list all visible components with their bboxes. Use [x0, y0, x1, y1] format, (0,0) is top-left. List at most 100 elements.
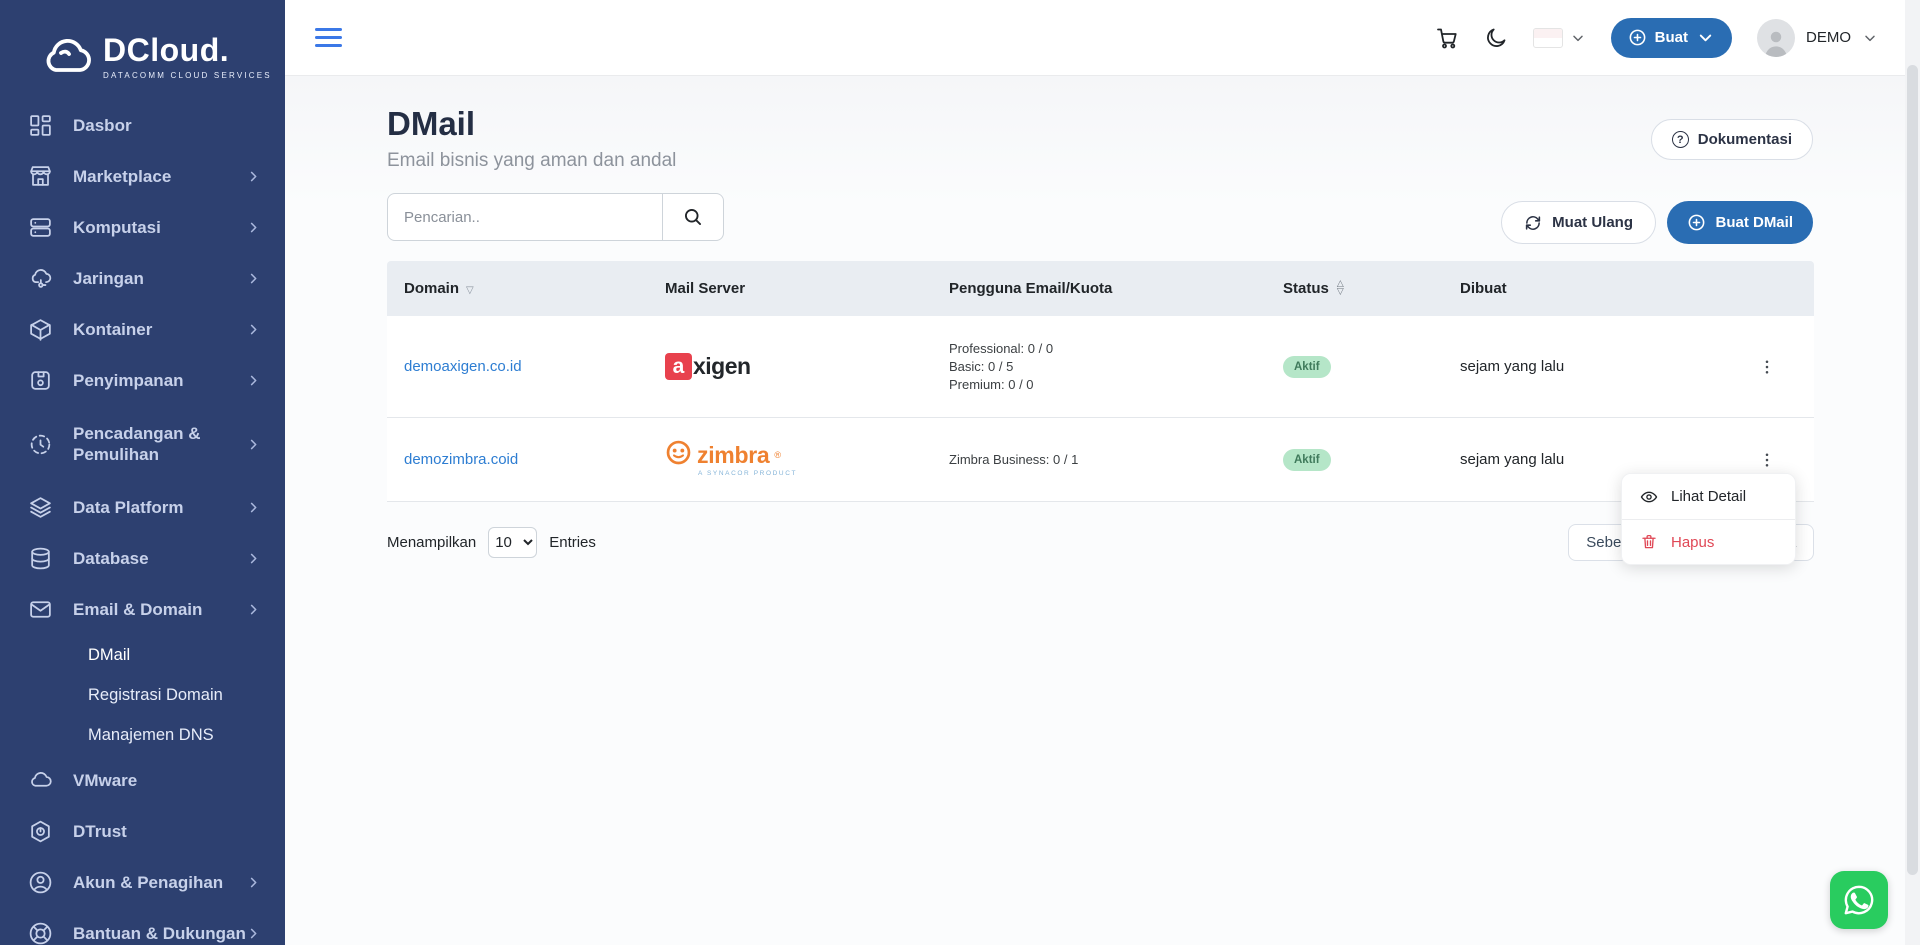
- menu-item-hapus[interactable]: Hapus: [1622, 519, 1795, 564]
- column-header-domain[interactable]: Domain▽: [387, 280, 665, 297]
- sidebar-item-label: DTrust: [73, 821, 127, 842]
- sidebar-item-label: Akun & Penagihan: [73, 872, 223, 893]
- zimbra-logo-mark: [665, 439, 692, 471]
- chevron-down-icon: [1570, 30, 1586, 46]
- dcloud-logo[interactable]: DCloud. DATACOMM CLOUD SERVICES: [0, 0, 285, 96]
- chevron-right-icon: [246, 437, 261, 452]
- user-menu[interactable]: DEMO: [1757, 19, 1878, 57]
- history-clock-icon: [28, 432, 53, 457]
- database-icon: [28, 546, 53, 571]
- chevron-right-icon: [246, 500, 261, 515]
- entries-control: Menampilkan 10 Entries: [387, 524, 596, 561]
- buat-button[interactable]: Buat: [1611, 18, 1732, 58]
- column-header-status[interactable]: Status△▽: [1283, 280, 1460, 297]
- refresh-icon: [1524, 214, 1542, 232]
- create-dmail-button-label: Buat DMail: [1715, 214, 1793, 231]
- sidebar-item-label: Data Platform: [73, 497, 184, 518]
- zimbra-tagline: A SYNACOR PRODUCT: [698, 470, 797, 477]
- subitem-label: DMail: [88, 646, 130, 665]
- create-dmail-button[interactable]: Buat DMail: [1667, 201, 1813, 244]
- sidebar-subitem-registrasi-domain[interactable]: Registrasi Domain: [0, 675, 285, 715]
- plus-circle-icon: [1687, 213, 1706, 232]
- sidebar-item-label: Jaringan: [73, 268, 144, 289]
- documentation-button[interactable]: ? Dokumentasi: [1651, 119, 1813, 160]
- row-actions-kebab-button[interactable]: [1750, 350, 1784, 384]
- row-actions-kebab-button[interactable]: [1750, 443, 1784, 477]
- logo-title: DCloud.: [103, 34, 272, 66]
- sidebar-item-label: Email & Domain: [73, 599, 202, 620]
- dashboard-icon: [28, 113, 53, 138]
- table-row: demozimbra.coid zimbra® A SYNACOR PRODUC…: [387, 418, 1814, 502]
- language-selector[interactable]: [1533, 28, 1586, 48]
- username-label: DEMO: [1806, 29, 1851, 46]
- sidebar-item-email-domain[interactable]: Email & Domain: [0, 584, 285, 635]
- whatsapp-icon: [1841, 882, 1877, 918]
- reload-button[interactable]: Muat Ulang: [1501, 201, 1656, 244]
- chevron-right-icon: [246, 875, 261, 890]
- sidebar-item-bantuan-dukungan[interactable]: Bantuan & Dukungan: [0, 908, 285, 945]
- sidebar-nav: Dasbor Marketplace Komputasi Jaringan Ko…: [0, 96, 285, 945]
- sidebar-subitem-manajemen-dns[interactable]: Manajemen DNS: [0, 715, 285, 755]
- plus-circle-icon: [1628, 28, 1647, 47]
- logo-tagline: DATACOMM CLOUD SERVICES: [103, 71, 272, 80]
- sidebar-item-kontainer[interactable]: Kontainer: [0, 304, 285, 355]
- sidebar-item-data-platform[interactable]: Data Platform: [0, 482, 285, 533]
- domain-link[interactable]: demozimbra.coid: [387, 451, 665, 468]
- showing-label: Menampilkan: [387, 534, 476, 551]
- dark-mode-moon-icon[interactable]: [1484, 26, 1508, 50]
- cart-icon[interactable]: [1435, 26, 1459, 50]
- subitem-label: Registrasi Domain: [88, 686, 223, 705]
- sidebar-item-dtrust[interactable]: DTrust: [0, 806, 285, 857]
- sidebar-item-label: Database: [73, 548, 149, 569]
- sidebar-item-pencadangan-pemulihan[interactable]: Pencadangan & Pemulihan: [0, 406, 285, 482]
- cloud-icon: [28, 768, 53, 793]
- row-actions-dropdown: Lihat Detail Hapus: [1621, 473, 1796, 565]
- page-title: DMail: [387, 105, 676, 143]
- life-buoy-icon: [28, 921, 53, 945]
- chevron-right-icon: [246, 271, 261, 286]
- sidebar-subitem-dmail[interactable]: DMail: [0, 635, 285, 675]
- scrollbar-thumb[interactable]: [1907, 65, 1918, 875]
- hexagon-shield-icon: [28, 819, 53, 844]
- whatsapp-button[interactable]: [1830, 871, 1888, 929]
- sidebar-item-vmware[interactable]: VMware: [0, 755, 285, 806]
- quota-cell: Professional: 0 / 0 Basic: 0 / 5 Premium…: [949, 340, 1283, 394]
- dcloud-app: DCloud. DATACOMM CLOUD SERVICES Dasbor M…: [0, 0, 1920, 945]
- sidebar-item-dasbor[interactable]: Dasbor: [0, 100, 285, 151]
- sidebar-item-jaringan[interactable]: Jaringan: [0, 253, 285, 304]
- sidebar-toggle-button[interactable]: [315, 28, 342, 47]
- layers-icon: [28, 495, 53, 520]
- quota-cell: Zimbra Business: 0 / 1: [949, 451, 1283, 469]
- sidebar-item-penyimpanan[interactable]: Penyimpanan: [0, 355, 285, 406]
- menu-item-lihat-detail[interactable]: Lihat Detail: [1622, 474, 1795, 519]
- chevron-down-icon: [1696, 28, 1715, 47]
- dmail-table: Domain▽ Mail Server Pengguna Email/Kuota…: [387, 261, 1814, 502]
- column-header-mail-server: Mail Server: [665, 280, 949, 297]
- page-subtitle: Email bisnis yang aman dan andal: [387, 150, 676, 172]
- sidebar-item-database[interactable]: Database: [0, 533, 285, 584]
- documentation-button-label: Dokumentasi: [1698, 131, 1792, 148]
- server-icon: [28, 215, 53, 240]
- search-button[interactable]: [663, 193, 724, 241]
- reload-button-label: Muat Ulang: [1552, 214, 1633, 231]
- sidebar-item-label: Dasbor: [73, 115, 132, 136]
- page-size-select[interactable]: 10: [488, 527, 537, 558]
- search-input[interactable]: [387, 193, 663, 241]
- sidebar-item-akun-penagihan[interactable]: Akun & Penagihan: [0, 857, 285, 908]
- domain-link[interactable]: demoaxigen.co.id: [387, 358, 665, 375]
- envelope-icon: [28, 597, 53, 622]
- axigen-logo-mark: a: [665, 353, 692, 380]
- sort-down-icon[interactable]: ▽: [466, 285, 474, 296]
- sort-up-down-icon[interactable]: △▽: [1337, 279, 1344, 295]
- column-header-dibuat: Dibuat: [1460, 280, 1750, 297]
- sidebar: DCloud. DATACOMM CLOUD SERVICES Dasbor M…: [0, 0, 285, 945]
- sidebar-item-marketplace[interactable]: Marketplace: [0, 151, 285, 202]
- chevron-right-icon: [246, 602, 261, 617]
- question-mark-icon: ?: [1672, 131, 1689, 148]
- chevron-right-icon: [246, 551, 261, 566]
- kebab-menu-icon: [1758, 358, 1776, 376]
- sidebar-item-label: Marketplace: [73, 166, 171, 187]
- scrollbar-track[interactable]: [1905, 0, 1920, 945]
- user-circle-icon: [28, 870, 53, 895]
- sidebar-item-komputasi[interactable]: Komputasi: [0, 202, 285, 253]
